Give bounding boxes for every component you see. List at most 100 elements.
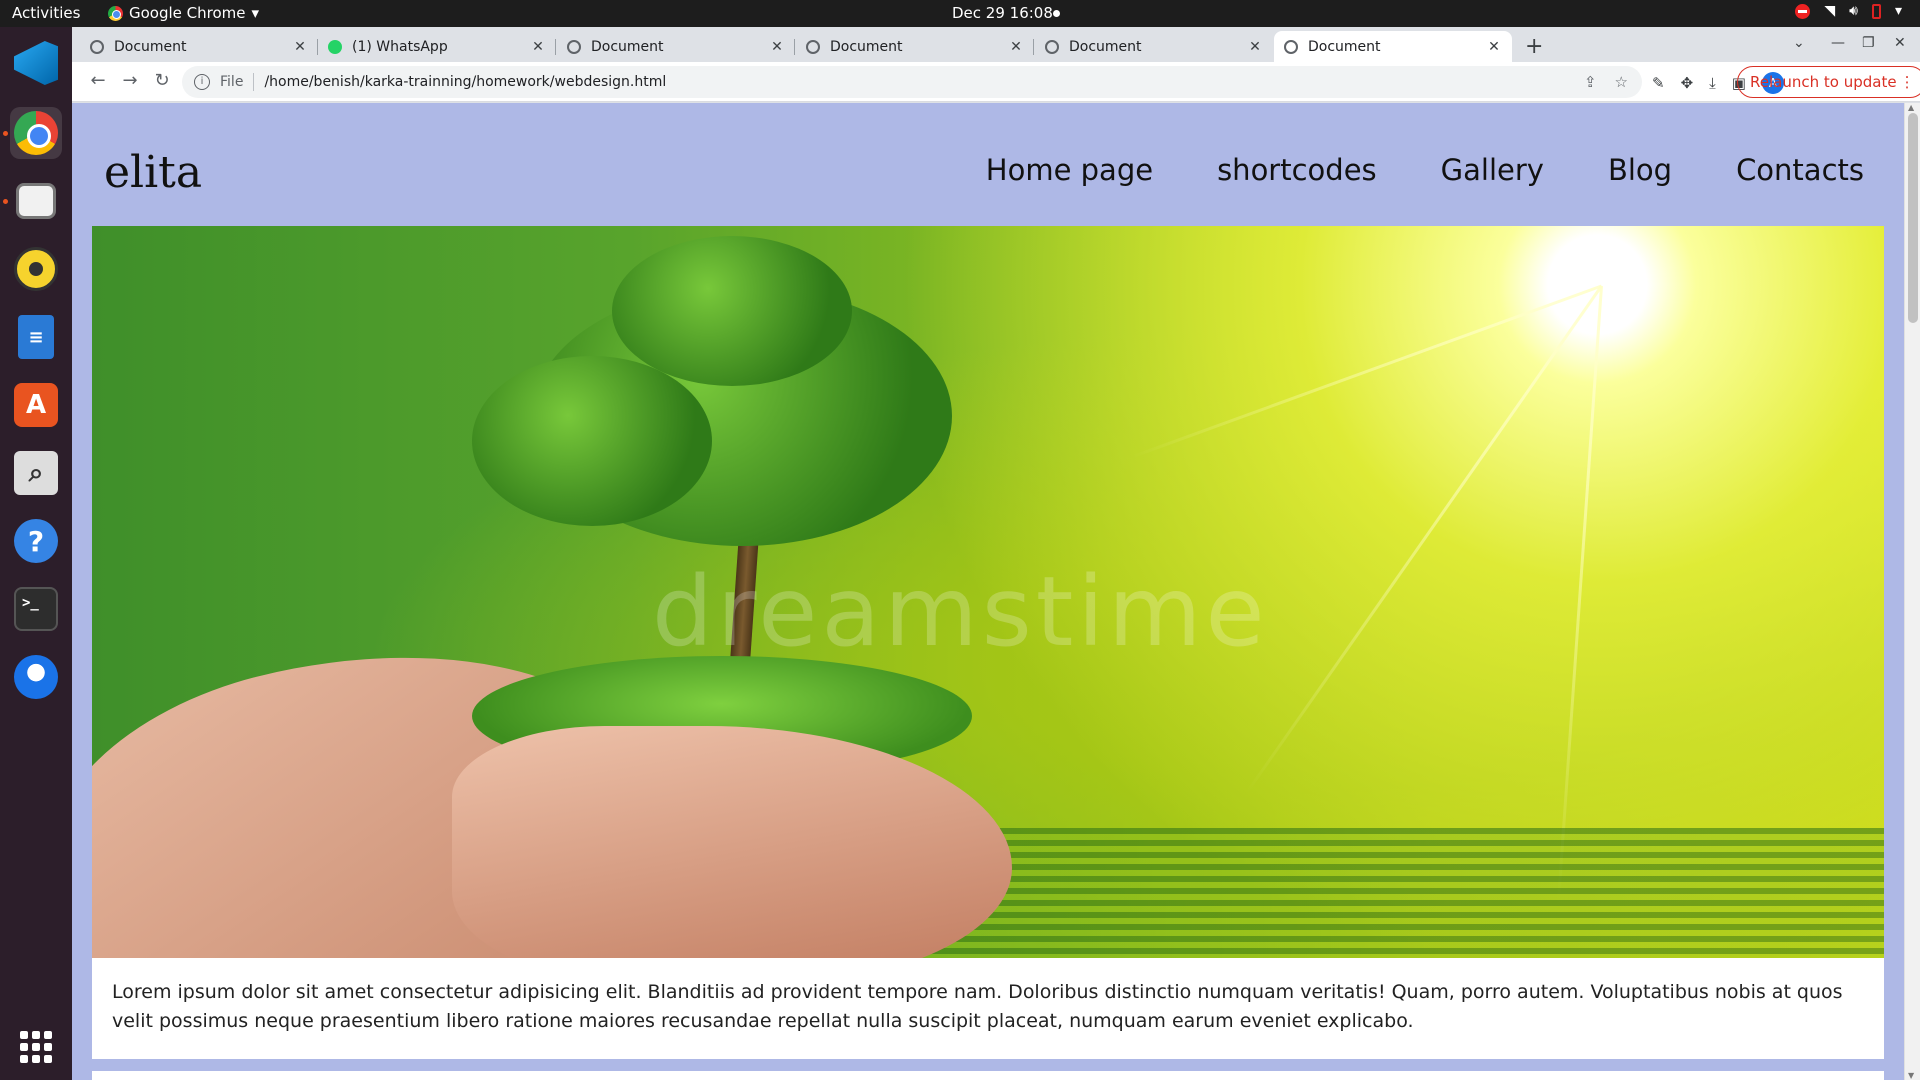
bookmark-star-icon[interactable]: ☆ <box>1615 73 1628 91</box>
vscode-icon <box>14 41 58 85</box>
back-icon[interactable]: ← <box>86 70 110 91</box>
tab-separator <box>794 39 795 55</box>
next-section <box>92 1071 1884 1080</box>
clock[interactable]: Dec 29 16:08 <box>952 4 1053 22</box>
tab-title: Document <box>591 38 664 55</box>
globe-icon <box>90 39 104 54</box>
tab-title: (1) WhatsApp <box>352 38 448 55</box>
restore-icon[interactable]: ❐ <box>1862 35 1875 51</box>
scrollbar-thumb[interactable] <box>1908 113 1918 323</box>
tab-document-2[interactable]: Document ✕ <box>557 31 795 62</box>
dock-vscode[interactable] <box>10 37 62 89</box>
dock-app-store[interactable]: A <box>10 379 62 431</box>
new-tab-button[interactable]: + <box>1525 34 1543 59</box>
address-url[interactable]: /home/benish/karka-trainning/homework/we… <box>264 74 666 90</box>
chrome-icon <box>108 5 123 21</box>
tree-canopy <box>612 236 852 386</box>
running-indicator <box>3 199 8 204</box>
tab-separator <box>555 39 556 55</box>
files-icon <box>16 183 56 219</box>
page-viewport: elita Home page shortcodes Gallery Blog … <box>72 103 1920 1080</box>
tab-separator <box>1033 39 1034 55</box>
browser-window: Document ✕ (1) WhatsApp ✕ Document ✕ Doc… <box>72 27 1920 1080</box>
site-nav: Home page shortcodes Gallery Blog Contac… <box>986 153 1864 187</box>
app-grid-icon <box>20 1031 52 1063</box>
tab-strip: Document ✕ (1) WhatsApp ✕ Document ✕ Doc… <box>72 27 1920 62</box>
close-icon[interactable]: ✕ <box>769 39 785 55</box>
sun-ray <box>1244 285 1603 795</box>
whatsapp-icon <box>328 39 342 54</box>
tab-document-4[interactable]: Document ✕ <box>1035 31 1273 62</box>
site-logo[interactable]: elita <box>104 147 202 198</box>
window-close-icon[interactable]: ✕ <box>1894 35 1906 51</box>
dock-chrome[interactable] <box>10 107 62 159</box>
dock-search[interactable]: ⌕ <box>10 447 62 499</box>
minimize-icon[interactable]: — <box>1831 35 1845 51</box>
tab-search-chevron-icon[interactable]: ⌄ <box>1793 35 1805 51</box>
caret-down-icon: ▾ <box>251 4 260 22</box>
tab-title: Document <box>830 38 903 55</box>
browser-toolbar: ← → ↻ i File /home/benish/karka-trainnin… <box>72 62 1920 102</box>
close-icon[interactable]: ✕ <box>1486 39 1502 55</box>
content-paragraph: Lorem ipsum dolor sit amet consectetur a… <box>112 981 1843 1032</box>
tab-document-1[interactable]: Document ✕ <box>80 31 318 62</box>
nav-contacts[interactable]: Contacts <box>1736 153 1864 187</box>
globe-icon <box>1045 39 1059 54</box>
nav-home-page[interactable]: Home page <box>986 153 1153 187</box>
dock-rhythmbox[interactable] <box>10 243 62 295</box>
more-options-icon[interactable]: ⋮ <box>1900 67 1915 97</box>
activities-button[interactable]: Activities <box>12 4 80 22</box>
scroll-up-icon[interactable]: ▲ <box>1908 103 1914 112</box>
battery-icon <box>1871 3 1881 19</box>
app-menu-label: Google Chrome <box>129 4 246 22</box>
share-icon[interactable]: ⇪ <box>1584 73 1597 91</box>
tab-title: Document <box>114 38 187 55</box>
tab-document-3[interactable]: Document ✕ <box>796 31 1034 62</box>
sun-ray <box>1556 285 1603 905</box>
tab-title: Document <box>1069 38 1142 55</box>
search-icon: ⌕ <box>14 451 58 495</box>
download-icon[interactable]: ⤓ <box>1709 74 1716 92</box>
do-not-disturb-icon <box>1795 3 1811 19</box>
address-scheme: File <box>220 74 244 90</box>
close-icon[interactable]: ✕ <box>292 39 308 55</box>
app-store-icon: A <box>14 383 58 427</box>
close-icon[interactable]: ✕ <box>530 39 546 55</box>
forward-icon[interactable]: → <box>118 70 142 91</box>
relaunch-label: Relaunch to update <box>1750 73 1897 91</box>
system-tray[interactable]: ◥ 🔊︎ ▾ <box>1795 3 1902 19</box>
reload-icon[interactable]: ↻ <box>150 70 174 91</box>
close-icon[interactable]: ✕ <box>1008 39 1024 55</box>
info-icon[interactable]: i <box>194 74 210 90</box>
writer-icon: ≡ <box>18 315 54 359</box>
globe-icon <box>806 39 820 54</box>
tab-whatsapp[interactable]: (1) WhatsApp ✕ <box>318 31 556 62</box>
system-top-bar: Activities Google Chrome ▾ Dec 29 16:08 … <box>0 0 1920 27</box>
address-bar[interactable]: i File /home/benish/karka-trainning/home… <box>182 66 1642 98</box>
extensions-icon[interactable]: ✥ <box>1681 74 1694 92</box>
dock-writer[interactable]: ≡ <box>10 311 62 363</box>
nav-blog[interactable]: Blog <box>1608 153 1672 187</box>
nav-shortcodes[interactable]: shortcodes <box>1217 153 1377 187</box>
dock-help[interactable]: ? <box>10 515 62 567</box>
address-actions: ⇪ ☆ <box>1584 73 1628 91</box>
tab-title: Document <box>1308 38 1381 55</box>
tab-document-active[interactable]: Document ✕ <box>1274 31 1512 62</box>
app-menu[interactable]: Google Chrome ▾ <box>108 4 259 22</box>
thunderbird-icon <box>14 655 58 699</box>
show-apps-button[interactable] <box>10 1021 62 1073</box>
hand-right <box>452 726 1012 958</box>
dock-files[interactable] <box>10 175 62 227</box>
rhythmbox-icon <box>14 247 58 291</box>
page-scrollbar[interactable]: ▲ ▼ <box>1904 103 1920 1080</box>
terminal-icon: >_ <box>14 587 58 631</box>
content-paragraph-box: Lorem ipsum dolor sit amet consectetur a… <box>92 958 1884 1059</box>
dock-terminal[interactable]: >_ <box>10 583 62 635</box>
close-icon[interactable]: ✕ <box>1247 39 1263 55</box>
dock-thunderbird[interactable] <box>10 651 62 703</box>
scroll-down-icon[interactable]: ▼ <box>1908 1071 1914 1080</box>
nav-gallery[interactable]: Gallery <box>1441 153 1544 187</box>
eyedropper-icon[interactable]: ✎ <box>1652 74 1665 92</box>
relaunch-button[interactable]: Relaunch to update ⋮ <box>1737 66 1920 98</box>
dock: ≡ A ⌕ ? >_ <box>0 27 72 1080</box>
